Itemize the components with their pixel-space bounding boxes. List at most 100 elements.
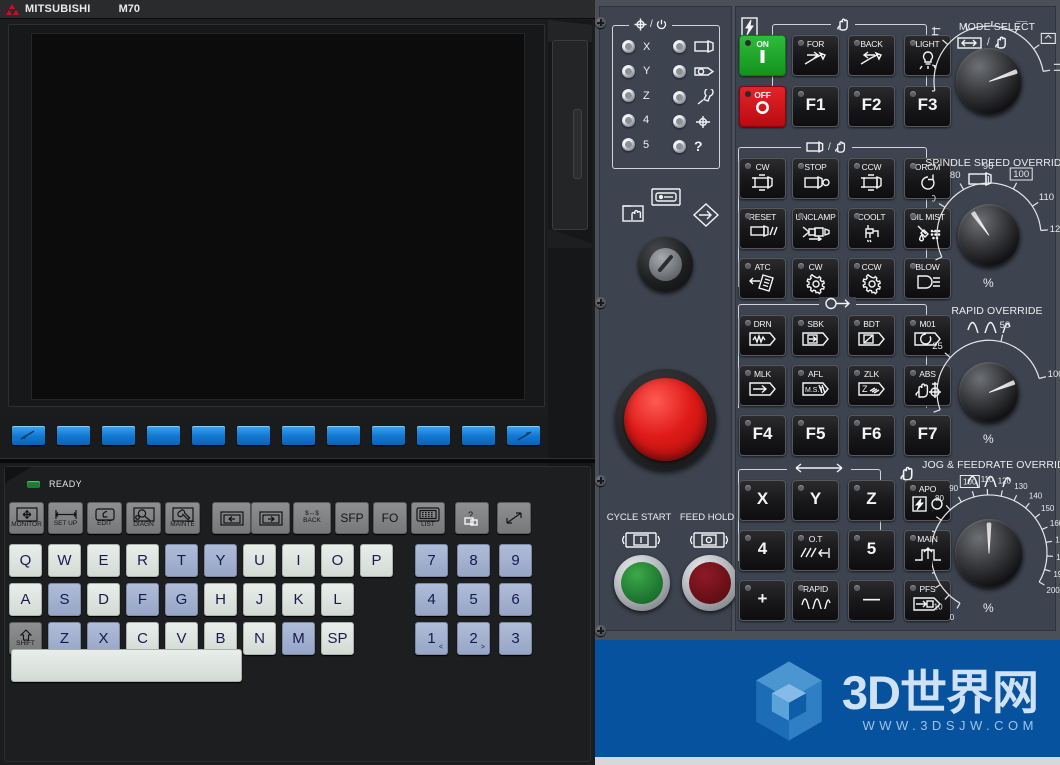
op-button-f5[interactable]: F5 — [792, 415, 839, 456]
softkey-prev[interactable] — [12, 425, 45, 445]
function-key-icon-12[interactable] — [497, 502, 531, 534]
op-button-for[interactable]: FOR — [792, 35, 839, 76]
op-button-mlk[interactable]: MLK — [739, 365, 786, 406]
op-button-o-t[interactable]: O.T — [792, 530, 839, 571]
key-u[interactable]: U — [243, 544, 276, 577]
op-button-drn[interactable]: DRN — [739, 315, 786, 356]
key-switch[interactable] — [638, 237, 693, 292]
axis-lamp-4[interactable]: 4 — [622, 113, 649, 127]
softkey-6[interactable] — [282, 425, 315, 445]
op-button-apo[interactable]: APO — [904, 480, 951, 521]
axis-lamp-z[interactable]: Z — [622, 89, 650, 102]
op-button-f2[interactable]: F2 — [848, 86, 895, 127]
key-3[interactable]: 3 — [499, 622, 532, 655]
function-key-back[interactable]: $↔$ BACK — [293, 502, 331, 534]
op-button-bdt[interactable]: BDT — [848, 315, 895, 356]
op-button-atc[interactable]: ATC — [739, 258, 786, 299]
op-button-afl[interactable]: AFL M.S.T — [792, 365, 839, 406]
key-2[interactable]: 2 > — [457, 622, 490, 655]
op-button-pfs[interactable]: PFS — [904, 580, 951, 621]
function-lamp-3[interactable] — [673, 89, 714, 106]
function-key-list[interactable]: LIST — [411, 502, 445, 534]
softkey-2[interactable] — [102, 425, 135, 445]
key-8[interactable]: 8 — [457, 544, 490, 577]
op-button-power-on[interactable]: ON — [739, 35, 786, 76]
key-4[interactable]: 4 — [415, 583, 448, 616]
op-button-5[interactable]: 5 — [848, 530, 895, 571]
key-l[interactable]: L — [321, 583, 354, 616]
key-h[interactable]: H — [204, 583, 237, 616]
function-key-sfp[interactable]: SFP — [335, 502, 369, 534]
op-button-power-off[interactable]: OFF — [739, 86, 786, 127]
op-button-unclamp[interactable]: UNCLAMP — [792, 208, 839, 249]
blank-key-strip[interactable] — [11, 649, 242, 682]
key-y[interactable]: Y — [204, 544, 237, 577]
op-button-f7[interactable]: F7 — [904, 415, 951, 456]
op-button-z[interactable]: Z — [848, 480, 895, 521]
key-p[interactable]: P — [360, 544, 393, 577]
function-key-icon-11[interactable]: ? — [455, 502, 489, 534]
function-key-diagn[interactable]: DIAGN — [126, 502, 161, 534]
op-button-reset[interactable]: RESET — [739, 208, 786, 249]
softkey-1[interactable] — [57, 425, 90, 445]
feed-hold-button[interactable] — [682, 555, 738, 611]
softkey-9[interactable] — [417, 425, 450, 445]
op-button--[interactable]: + — [739, 580, 786, 621]
key-w[interactable]: W — [48, 544, 81, 577]
function-key-set-up[interactable]: SET UP — [48, 502, 83, 534]
key-i[interactable]: I — [282, 544, 315, 577]
key-5[interactable]: 5 — [457, 583, 490, 616]
function-key-icon-5[interactable] — [212, 502, 251, 534]
op-button-4[interactable]: 4 — [739, 530, 786, 571]
key-d[interactable]: D — [87, 583, 120, 616]
op-button-abs[interactable]: ABS — [904, 365, 951, 406]
op-button-sbk[interactable]: SBK — [792, 315, 839, 356]
key-q[interactable]: Q — [9, 544, 42, 577]
function-lamp-1[interactable] — [673, 40, 716, 53]
key-o[interactable]: O — [321, 544, 354, 577]
key-7[interactable]: 7 — [415, 544, 448, 577]
key-s[interactable]: S — [48, 583, 81, 616]
op-button-ccw[interactable]: CCW — [848, 258, 895, 299]
op-button-oil-mist[interactable]: OIL MIST — [904, 208, 951, 249]
key-m[interactable]: M — [282, 622, 315, 655]
op-button-cw[interactable]: CW — [792, 258, 839, 299]
key-g[interactable]: G — [165, 583, 198, 616]
op-button-blow[interactable]: BLOW — [904, 258, 951, 299]
function-key-monitor[interactable]: MONITOR — [9, 502, 44, 534]
softkey-next[interactable] — [507, 425, 540, 445]
key-f[interactable]: F — [126, 583, 159, 616]
dial-rapid-override[interactable] — [959, 362, 1019, 422]
function-lamp-5[interactable]: ? — [673, 138, 703, 154]
op-button-coolt[interactable]: COOLT — [848, 208, 895, 249]
op-button-rapid[interactable]: RAPID — [792, 580, 839, 621]
op-button-y[interactable]: Y — [792, 480, 839, 521]
op-button-f1[interactable]: F1 — [792, 86, 839, 127]
function-key-fo[interactable]: FO — [373, 502, 407, 534]
op-button-f4[interactable]: F4 — [739, 415, 786, 456]
softkey-3[interactable] — [147, 425, 180, 445]
function-key-icon-6[interactable] — [251, 502, 290, 534]
cnc-display[interactable] — [31, 33, 525, 400]
op-button-f6[interactable]: F6 — [848, 415, 895, 456]
softkey-10[interactable] — [462, 425, 495, 445]
op-button-back[interactable]: BACK — [848, 35, 895, 76]
op-button-f3[interactable]: F3 — [904, 86, 951, 127]
key-t[interactable]: T — [165, 544, 198, 577]
softkey-8[interactable] — [372, 425, 405, 445]
op-button--[interactable]: — — [848, 580, 895, 621]
key-n[interactable]: N — [243, 622, 276, 655]
function-lamp-4[interactable] — [673, 114, 712, 130]
key-r[interactable]: R — [126, 544, 159, 577]
op-button-main[interactable]: MAIN — [904, 530, 951, 571]
softkey-7[interactable] — [327, 425, 360, 445]
axis-lamp-5[interactable]: 5 — [622, 138, 649, 151]
op-button-light[interactable]: LIGHT — [904, 35, 951, 76]
dial-spindle-speed-override[interactable] — [958, 204, 1020, 266]
key-k[interactable]: K — [282, 583, 315, 616]
key-6[interactable]: 6 — [499, 583, 532, 616]
key-j[interactable]: J — [243, 583, 276, 616]
memory-card-slot[interactable] — [552, 40, 588, 230]
op-button-m01[interactable]: M01 — [904, 315, 951, 356]
key-e[interactable]: E — [87, 544, 120, 577]
